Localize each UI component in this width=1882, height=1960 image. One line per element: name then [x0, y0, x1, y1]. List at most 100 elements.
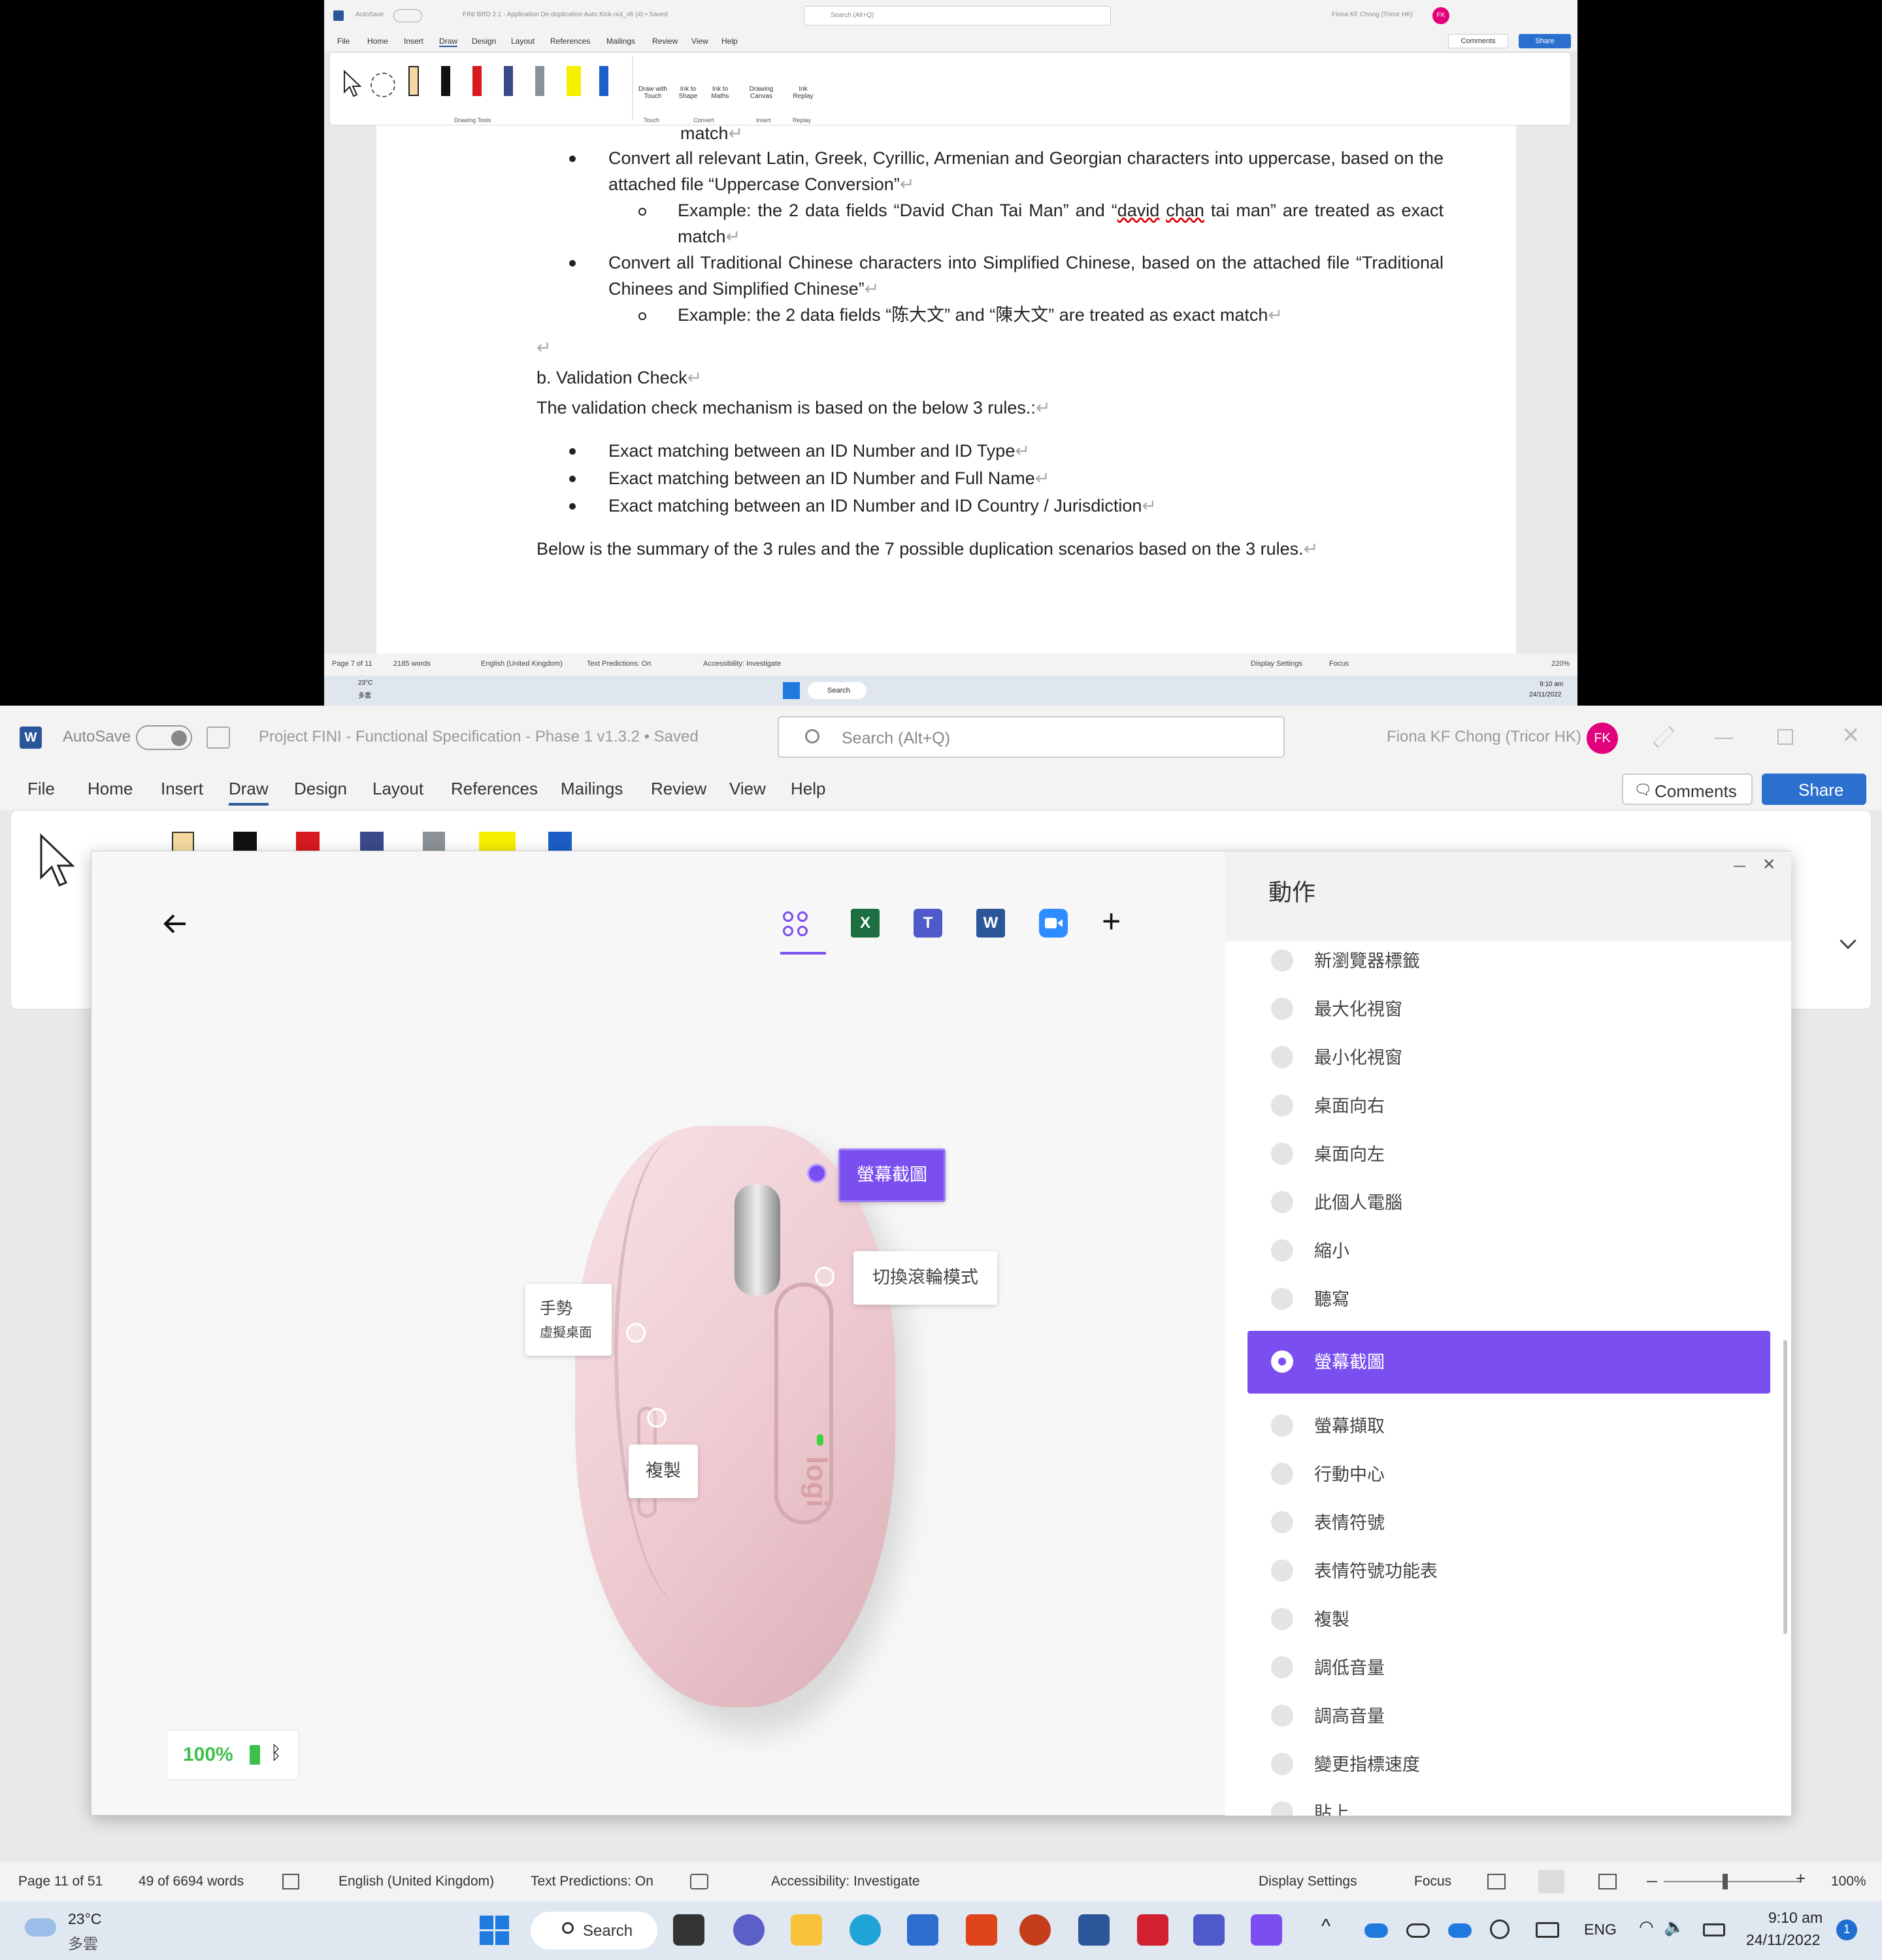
word-taskbar-icon[interactable]: [1078, 1914, 1110, 1946]
select-cursor-icon[interactable]: [37, 833, 76, 888]
taskbar-time[interactable]: 9:10 am: [1768, 1909, 1823, 1927]
status-zoom[interactable]: 100%: [1831, 1874, 1866, 1889]
action-item[interactable]: 桌面向左: [1247, 1130, 1770, 1178]
action-item[interactable]: 最大化視窗: [1247, 985, 1770, 1033]
top-menu-layout[interactable]: Layout: [511, 37, 535, 46]
status-predictions[interactable]: Text Predictions: On: [531, 1874, 653, 1889]
radio-button[interactable]: [1271, 1511, 1293, 1533]
pen-1-icon[interactable]: [172, 832, 194, 853]
top-share-button[interactable]: Share: [1519, 34, 1571, 48]
proofing-icon[interactable]: [282, 1874, 299, 1889]
task-view-icon[interactable]: [673, 1914, 704, 1946]
top-status-page[interactable]: Page 7 of 11: [332, 660, 372, 668]
ribbon-collapse-icon[interactable]: [1840, 932, 1857, 949]
radio-button[interactable]: [1271, 1801, 1293, 1816]
radio-button[interactable]: [1271, 1191, 1293, 1213]
top-draw-with-touch[interactable]: Draw with Touch: [637, 86, 669, 100]
onedrive-business-icon[interactable]: [1448, 1923, 1472, 1938]
top-pen-1-icon[interactable]: [408, 66, 419, 96]
logi-options-icon[interactable]: [1251, 1914, 1282, 1946]
radio-button[interactable]: [1271, 1414, 1293, 1437]
top-menu-help[interactable]: Help: [721, 37, 738, 46]
panel-scrollbar[interactable]: [1783, 1340, 1787, 1634]
top-pen-2-icon[interactable]: [441, 66, 450, 96]
action-item[interactable]: 此個人電腦: [1247, 1178, 1770, 1226]
status-page[interactable]: Page 11 of 51: [18, 1874, 103, 1889]
wifi-icon[interactable]: ◠: [1639, 1917, 1654, 1937]
taskbar-lang[interactable]: ENG: [1584, 1921, 1617, 1938]
macro-icon[interactable]: [690, 1874, 708, 1889]
file-explorer-icon[interactable]: [791, 1914, 822, 1946]
top-pen-5-icon[interactable]: [535, 66, 544, 96]
zoom-icon[interactable]: [1039, 909, 1068, 938]
top-status-display[interactable]: Display Settings: [1251, 660, 1302, 668]
teams-icon[interactable]: [1193, 1914, 1225, 1946]
top-status-words[interactable]: 2185 words: [393, 660, 431, 668]
restore-icon[interactable]: [1777, 729, 1793, 745]
top-status-focus[interactable]: Focus: [1329, 660, 1349, 668]
radio-button[interactable]: [1271, 1094, 1293, 1117]
save-icon[interactable]: [206, 727, 230, 749]
acrobat-icon[interactable]: [1137, 1914, 1168, 1946]
top-menu-design[interactable]: Design: [472, 37, 496, 46]
start-icon[interactable]: [480, 1916, 510, 1946]
edge-icon[interactable]: [850, 1914, 881, 1946]
radio-button[interactable]: [1271, 1656, 1293, 1678]
zoom-slider-thumb[interactable]: [1723, 1874, 1728, 1889]
status-display-settings[interactable]: Display Settings: [1259, 1874, 1357, 1889]
radio-button[interactable]: [1271, 998, 1293, 1020]
status-focus[interactable]: Focus: [1414, 1874, 1451, 1889]
action-item[interactable]: 螢幕截圖: [1247, 1331, 1770, 1394]
menu-view[interactable]: View: [729, 779, 766, 799]
action-item[interactable]: 聽寫: [1247, 1275, 1770, 1323]
action-item[interactable]: 行動中心: [1247, 1450, 1770, 1498]
radio-button[interactable]: [1271, 1608, 1293, 1630]
onedrive-icon[interactable]: [1364, 1923, 1388, 1938]
battery-tray-icon[interactable]: [1703, 1923, 1725, 1936]
top-menu-view[interactable]: View: [691, 37, 708, 46]
radio-button[interactable]: [1271, 1288, 1293, 1310]
add-app-icon[interactable]: +: [1102, 902, 1121, 940]
top-menu-references[interactable]: References: [550, 37, 590, 46]
taskbar-date[interactable]: 24/11/2022: [1746, 1931, 1820, 1949]
top-ink-replay[interactable]: Ink Replay: [790, 86, 816, 100]
top-menu-insert[interactable]: Insert: [404, 37, 423, 46]
pen-3-icon[interactable]: [296, 832, 320, 853]
taskbar-weather[interactable]: 多雲: [68, 1931, 98, 1953]
top-menu-mailings[interactable]: Mailings: [606, 37, 635, 46]
top-pen-6-icon[interactable]: [599, 66, 608, 96]
powerpoint-icon[interactable]: [1019, 1914, 1051, 1946]
doc-title[interactable]: Project FINI - Functional Specification …: [259, 728, 699, 746]
top-menu-review[interactable]: Review: [652, 37, 678, 46]
radio-button[interactable]: [1271, 1046, 1293, 1068]
tray-chevron-icon[interactable]: ^: [1321, 1916, 1330, 1938]
read-mode-icon[interactable]: [1487, 1874, 1506, 1889]
top-pen-3-icon[interactable]: [472, 66, 482, 96]
radio-button[interactable]: [1271, 1705, 1293, 1727]
search-box[interactable]: Search (Alt+Q): [778, 716, 1285, 758]
onedrive-personal-icon[interactable]: [1406, 1923, 1430, 1938]
weather-cloud-icon[interactable]: [25, 1918, 56, 1936]
teams-icon[interactable]: T: [914, 909, 942, 938]
top-drawing-canvas[interactable]: Drawing Canvas: [744, 86, 778, 100]
radio-button[interactable]: [1271, 1350, 1293, 1373]
comments-button[interactable]: 🗨 Comments: [1622, 774, 1753, 805]
status-lang[interactable]: English (United Kingdom): [338, 1874, 494, 1889]
word-icon[interactable]: W: [976, 909, 1005, 938]
menu-draw[interactable]: Draw: [229, 779, 269, 806]
back-arrow-icon[interactable]: [162, 913, 188, 935]
radio-button[interactable]: [1271, 1463, 1293, 1485]
highlighter-icon[interactable]: [479, 832, 516, 853]
callout-scroll-mode[interactable]: 切換滾輪模式: [853, 1251, 997, 1305]
top-pen-4-icon[interactable]: [504, 66, 513, 96]
top-select-cursor-icon[interactable]: [342, 70, 361, 97]
action-item[interactable]: 螢幕擷取: [1247, 1401, 1770, 1450]
callout-copy[interactable]: 複製: [629, 1445, 698, 1498]
radio-button[interactable]: [1271, 1753, 1293, 1775]
keyboard-icon[interactable]: [1536, 1922, 1559, 1938]
top-avatar[interactable]: FK: [1432, 7, 1449, 24]
hotspot-copy[interactable]: [647, 1408, 667, 1428]
pen-5-icon[interactable]: [423, 832, 445, 853]
menu-layout[interactable]: Layout: [372, 779, 423, 799]
top-taskbar-search[interactable]: Search: [808, 682, 867, 699]
